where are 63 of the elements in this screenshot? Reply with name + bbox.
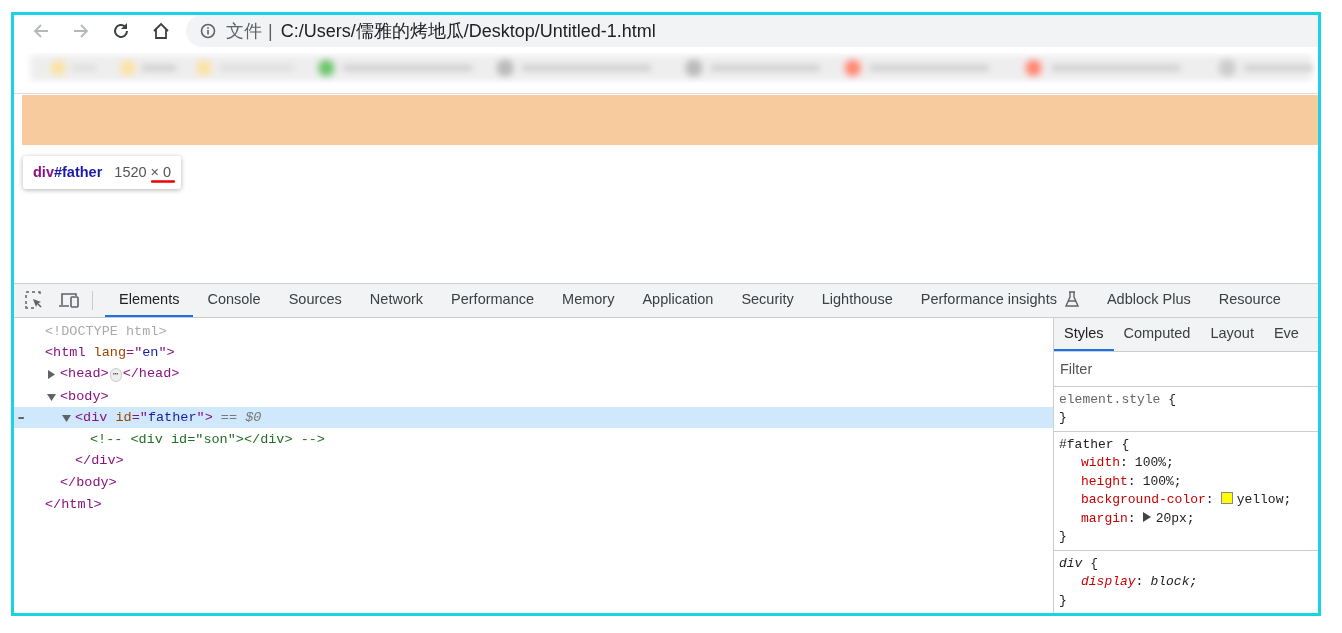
css-value: block; xyxy=(1150,574,1198,589)
css-property: height: xyxy=(1081,473,1137,489)
brace: } xyxy=(1059,410,1067,425)
sidebar-tab[interactable]: Layout xyxy=(1200,317,1264,351)
css-selector: #father xyxy=(1059,436,1114,452)
devtools-tab[interactable]: Elements xyxy=(105,283,194,317)
brace: { xyxy=(1090,555,1099,571)
color-swatch[interactable] xyxy=(1220,492,1233,504)
css-value: 100%; xyxy=(1142,473,1182,489)
css-selector: element.style xyxy=(1059,391,1161,407)
devtools-tab[interactable]: Performance insights xyxy=(906,283,1093,317)
flask-icon xyxy=(1064,291,1079,307)
more-icon[interactable]: ••• xyxy=(18,413,24,423)
css-value: yellow; xyxy=(1236,492,1292,507)
code-line: <head> ⋯ </head> xyxy=(60,366,180,382)
devtools-tab[interactable]: Resource xyxy=(1204,283,1295,317)
css-property: margin: xyxy=(1081,510,1137,526)
brace: } xyxy=(1059,529,1067,544)
element-selector: div#father xyxy=(33,163,103,180)
brace: { xyxy=(1121,436,1130,452)
code-line: <html lang="en"> xyxy=(45,345,175,361)
brace: { xyxy=(1168,391,1177,407)
devtools-tab[interactable]: Memory xyxy=(548,283,629,317)
home-icon[interactable] xyxy=(152,22,170,40)
devtools-tab[interactable]: Sources xyxy=(274,283,356,317)
devtools-tab[interactable]: Adblock Plus xyxy=(1092,283,1205,317)
code-line: <body> xyxy=(60,388,109,404)
css-property: width: xyxy=(1081,455,1129,470)
url-text: C:/Users/儒雅的烤地瓜/Desktop/Untitled-1.html xyxy=(280,20,656,43)
expand-triangle-icon[interactable] xyxy=(62,414,71,424)
devtools-tab[interactable]: Console xyxy=(193,283,275,317)
info-icon[interactable] xyxy=(200,23,216,39)
devtools-tab[interactable]: Security xyxy=(727,283,808,317)
code-line: </html> xyxy=(45,496,102,512)
sidebar-tab[interactable]: Eve xyxy=(1263,317,1309,351)
expand-triangle-icon[interactable] xyxy=(47,370,56,380)
inspect-icon[interactable] xyxy=(24,290,44,310)
sidebar-tab[interactable]: Styles xyxy=(1054,317,1114,351)
scheme-label: 文件 xyxy=(226,20,262,43)
devtools-tab[interactable]: Application xyxy=(628,283,728,317)
code-line: </div> xyxy=(75,453,124,469)
code-line: <div id="father"> == $0 xyxy=(75,410,262,426)
code-line: <!DOCTYPE html> xyxy=(45,323,167,339)
device-toolbar-icon[interactable] xyxy=(58,290,80,310)
devtools-tab[interactable]: Network xyxy=(355,283,438,317)
reload-icon[interactable] xyxy=(112,22,130,40)
element-size: 1520 × 0 xyxy=(114,163,172,180)
brace: } xyxy=(1059,592,1067,608)
css-property: background-color: xyxy=(1081,492,1215,507)
sidebar-tab[interactable]: Computed xyxy=(1113,317,1201,351)
css-value: 20px; xyxy=(1155,510,1195,526)
expand-triangle-icon[interactable] xyxy=(47,392,56,402)
css-value: 100%; xyxy=(1134,455,1174,470)
code-line: <!-- <div id="son"></div> --> xyxy=(90,431,325,447)
address-bar[interactable]: 文件 | C:/Users/儒雅的烤地瓜/Desktop/Untitled-1.html xyxy=(186,15,1318,47)
devtools-tab[interactable]: Performance xyxy=(437,283,549,317)
css-property: display: xyxy=(1081,574,1145,589)
code-line: </body> xyxy=(60,474,117,490)
devtools-tab[interactable]: Lighthouse xyxy=(807,283,907,317)
separator: | xyxy=(268,20,273,42)
underline-mark xyxy=(151,178,176,184)
expand-triangle-icon[interactable] xyxy=(1142,511,1151,522)
css-selector: div xyxy=(1059,555,1083,571)
